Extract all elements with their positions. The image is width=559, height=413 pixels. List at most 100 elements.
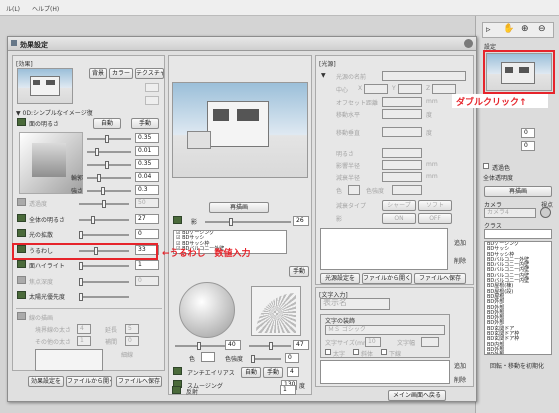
font-size-field[interactable]: 10	[365, 337, 381, 347]
value-field[interactable]: 0.01	[135, 146, 159, 156]
effect-row-value[interactable]: 1	[135, 260, 159, 270]
slider-knob[interactable]	[79, 277, 83, 286]
effect-row-slider[interactable]	[79, 293, 129, 301]
light-open-file-button[interactable]: ファイルから開く	[362, 273, 412, 284]
sharp-button[interactable]: シャープ	[382, 200, 416, 211]
tab-color[interactable]: カラー	[109, 68, 133, 79]
vertical-move-field[interactable]	[382, 127, 422, 137]
nav-arrow-box[interactable]	[145, 83, 159, 92]
tab-background[interactable]: 背景	[89, 68, 107, 79]
slider-knob[interactable]	[91, 215, 96, 224]
save-to-file-button[interactable]: ファイルへ保存	[116, 376, 162, 387]
light-save-file-button[interactable]: ファイルへ保存	[414, 273, 466, 284]
class-list[interactable]: BDケーシング BDサッシ BDサッシ枠 BDバルコニー外壁 BDバルコニー内壁 BDバル…	[484, 241, 552, 355]
redraw-button[interactable]: 再描画	[209, 202, 269, 213]
light-color-swatch[interactable]	[348, 185, 360, 195]
color-intensity-value[interactable]: 0	[285, 353, 299, 363]
slider-knob[interactable]	[97, 174, 101, 182]
return-main-screen-button[interactable]: メイン画面へ戻る	[388, 390, 446, 401]
reset-rotation-link[interactable]: 回転・移動を初期化	[490, 361, 544, 370]
value-field[interactable]: 0	[521, 141, 535, 151]
slider-knob[interactable]	[79, 293, 83, 301]
font-name-select[interactable]: ＭＳ ゴシック	[325, 325, 445, 335]
slider[interactable]	[175, 342, 225, 350]
horizontal-move-field[interactable]	[382, 109, 422, 119]
boundary-width-field[interactable]: 4	[77, 324, 91, 334]
slider-knob[interactable]	[229, 218, 233, 226]
value-field[interactable]: 0.3	[135, 185, 159, 195]
slider-knob[interactable]	[79, 231, 83, 239]
center-y-field[interactable]	[398, 84, 422, 94]
light-name-field[interactable]	[382, 71, 466, 81]
center-x-field[interactable]	[364, 84, 388, 94]
slider-knob[interactable]	[95, 148, 99, 156]
effect-settings-button[interactable]: 効果設定を	[28, 376, 64, 387]
slider[interactable]	[249, 342, 291, 350]
slider[interactable]	[87, 174, 131, 182]
menu-item-help[interactable]: ヘルプ(H)	[32, 4, 59, 13]
slider[interactable]	[87, 135, 131, 143]
effect-row-slider[interactable]	[79, 215, 129, 224]
add-light-link[interactable]: 追加	[454, 238, 466, 247]
preview-thumbnail-highlight[interactable]	[483, 50, 555, 94]
underline-checkbox[interactable]	[381, 349, 387, 355]
value-field[interactable]: 0.35	[135, 133, 159, 143]
slider-knob[interactable]	[251, 355, 255, 363]
value-field[interactable]: 0.35	[135, 159, 159, 169]
slider-knob[interactable]	[79, 262, 84, 270]
chevron-down-icon[interactable]: ▼	[321, 72, 326, 79]
add-text-link[interactable]: 追加	[454, 361, 466, 370]
decay-radius-field[interactable]	[382, 172, 422, 182]
interpolation-field[interactable]: 0	[125, 336, 139, 346]
center-z-field[interactable]	[432, 84, 456, 94]
value-field[interactable]: 0	[521, 128, 535, 138]
effect-row-value[interactable]: 0	[135, 229, 159, 239]
value-field[interactable]: 47	[293, 340, 309, 350]
influence-radius-field[interactable]	[382, 160, 422, 170]
char-width-field[interactable]	[421, 337, 439, 347]
antialias-manual-button[interactable]: 手動	[263, 367, 283, 378]
slider-knob[interactable]	[269, 342, 273, 350]
brightness-field[interactable]	[382, 148, 422, 158]
reflection-value[interactable]: 1	[280, 385, 296, 395]
close-icon[interactable]	[464, 39, 473, 48]
redraw-button-right[interactable]: 再描画	[484, 186, 552, 197]
off-button[interactable]: OFF	[418, 213, 452, 224]
light-sphere-preview[interactable]	[179, 282, 235, 338]
effect-row-value[interactable]: 0	[135, 275, 159, 286]
class-list-item[interactable]: BD外部	[485, 352, 551, 354]
other-width-field[interactable]: 1	[77, 336, 91, 346]
auto-button[interactable]: 自動	[93, 118, 121, 129]
slider-knob[interactable]	[102, 200, 106, 208]
text-list[interactable]	[320, 360, 450, 384]
manual-button-middle[interactable]: 手動	[289, 266, 309, 277]
extend-field[interactable]: 5	[125, 324, 139, 334]
value-field[interactable]: 0.04	[135, 172, 159, 182]
camera-select[interactable]: カメラ4	[484, 208, 536, 218]
color-swatch[interactable]	[201, 352, 215, 362]
italic-checkbox[interactable]	[353, 349, 359, 355]
shadow-slider[interactable]	[205, 218, 291, 226]
shadow-value[interactable]: 26	[293, 216, 309, 226]
slider[interactable]	[87, 161, 131, 169]
slider-knob[interactable]	[105, 161, 109, 169]
delete-text-link[interactable]: 削除	[454, 375, 466, 384]
effect-row-value[interactable]: 50	[135, 198, 159, 208]
edge-class-list[interactable]	[35, 349, 103, 371]
view-toggle-icon[interactable]	[540, 207, 551, 218]
antialias-value[interactable]: 4	[287, 367, 299, 377]
zoom-out-icon[interactable]: ⊖	[538, 24, 546, 34]
tab-texture[interactable]: テクスチャ	[135, 68, 164, 79]
nav-arrow-box[interactable]	[145, 96, 159, 105]
bold-checkbox[interactable]	[325, 349, 331, 355]
open-from-file-button[interactable]: ファイルから開く	[66, 376, 112, 387]
menu-item[interactable]: ル(L)	[6, 4, 20, 13]
delete-light-link[interactable]: 削除	[454, 256, 466, 265]
slider-knob[interactable]	[105, 135, 109, 143]
slider-knob[interactable]	[101, 187, 105, 195]
hand-icon[interactable]: ✋	[503, 24, 514, 34]
class-filter[interactable]	[484, 229, 552, 239]
pointer-icon[interactable]: ▹	[486, 25, 491, 35]
light-settings-button[interactable]: 光源設定を	[320, 273, 360, 284]
preview-thumbnail[interactable]	[486, 53, 552, 91]
